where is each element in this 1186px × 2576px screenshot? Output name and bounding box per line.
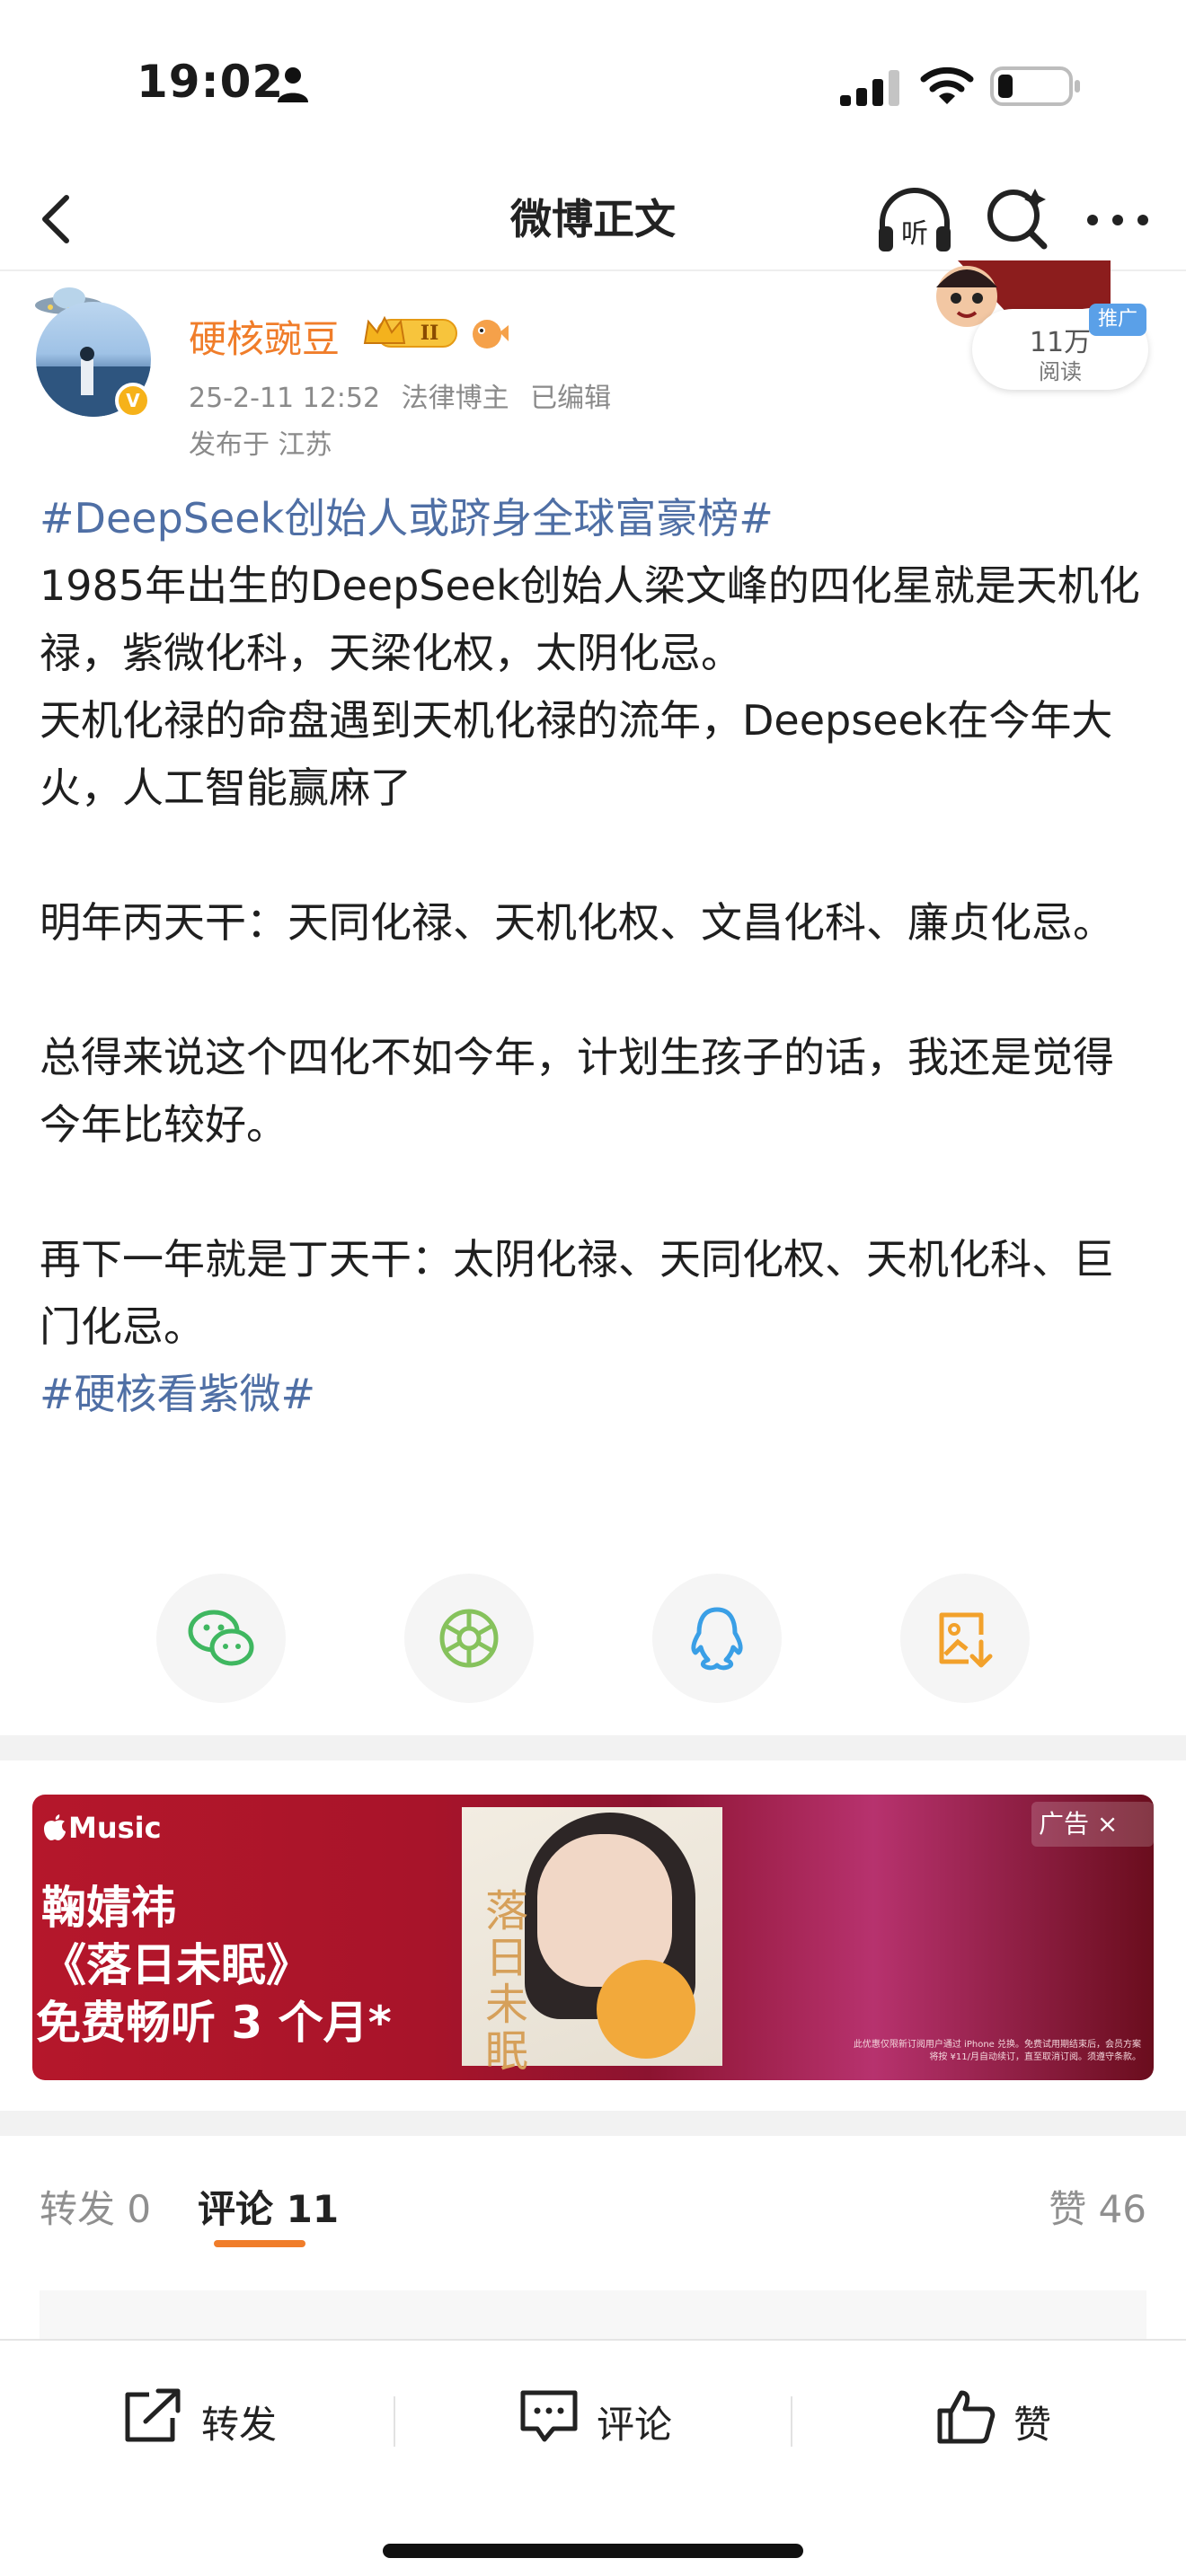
ad-album: 《落日未眠》 <box>41 1939 311 1991</box>
status-time: 19:02 <box>137 56 285 108</box>
share-moments-button[interactable] <box>404 1574 534 1703</box>
wifi-icon <box>920 66 974 104</box>
cellular-signal-icon <box>840 70 899 106</box>
repost-button[interactable]: 转发 <box>122 2380 302 2452</box>
ad-brand: Music <box>68 1811 162 1845</box>
share-row <box>0 1574 1186 1708</box>
ad-banner[interactable]: Music 鞠婧祎 《落日未眠》 免费畅听 3 个月* 落日未眠 广告 × 此优… <box>32 1795 1154 2080</box>
divider <box>394 2396 395 2447</box>
post-location: 发布于 江苏 <box>189 429 332 461</box>
section-divider <box>0 2111 1186 2136</box>
album-cover: 落日未眠 <box>462 1807 722 2075</box>
vip-level: II <box>420 322 439 345</box>
share-wechat-button[interactable] <box>156 1574 286 1703</box>
wechat-icon <box>188 1610 254 1666</box>
like-button[interactable]: 赞 <box>934 2380 1078 2452</box>
author-name[interactable]: 硬核豌豆 <box>189 309 340 364</box>
thumbs-up-icon <box>937 2390 996 2444</box>
apple-music-logo: Music <box>41 1811 162 1845</box>
engagement-tabs: 转发 0 评论 11 赞 46 <box>0 2136 1186 2262</box>
ad-artist: 鞠婧祎 <box>41 1882 176 1934</box>
ad-fine-print: 此优惠仅限新订阅用户通过 iPhone 兑换。免费试用期结束后，会员方案将按 ¥… <box>853 2040 1141 2062</box>
cover-orange <box>597 1960 695 2059</box>
repost-share-icon <box>125 2388 181 2442</box>
listen-headphones-icon[interactable]: 听 <box>873 180 956 262</box>
battery-icon <box>990 66 1080 106</box>
promo-tag: 推广 <box>1089 304 1146 336</box>
divider <box>791 2396 792 2447</box>
post-paragraph: 天机化禄的命盘遇到天机化禄的流年，Deepseek在今年大火，人工智能赢麻了 <box>40 696 1113 812</box>
section-divider <box>0 1735 1186 1760</box>
vip-crown-badge-icon[interactable]: II <box>361 313 460 352</box>
comment-button[interactable]: 评论 <box>518 2380 697 2452</box>
repost-label: 转发 <box>201 2403 278 2447</box>
post-paragraph: 总得来说这个四化不如今年，计划生孩子的话，我还是觉得今年比较好。 <box>40 1033 1114 1149</box>
more-dots-icon[interactable] <box>1082 198 1154 243</box>
cover-title: 落日未眠 <box>485 1886 529 2077</box>
person-icon <box>278 67 308 102</box>
search-icon[interactable] <box>981 183 1053 255</box>
tab-repost[interactable]: 转发 0 <box>40 2179 151 2234</box>
read-label: 阅读 <box>1039 359 1082 384</box>
home-indicator[interactable] <box>383 2544 803 2558</box>
moments-icon <box>439 1609 499 1668</box>
pufferfish-badge-icon <box>473 320 509 348</box>
author-header: V 硬核豌豆 II 25-2-11 12:52 法律博主 已编辑 发布于 江苏 … <box>0 260 1186 471</box>
edited-label: 已编辑 <box>530 383 612 414</box>
ad-offer: 免费畅听 3 个月* <box>36 1997 392 2049</box>
save-image-icon <box>939 1612 993 1668</box>
ad-close-label[interactable]: 广告 × <box>1031 1802 1154 1847</box>
nav-bar: 微博正文 听 <box>0 171 1186 271</box>
post-date: 25-2-11 12:52 <box>189 383 381 414</box>
qq-icon <box>691 1607 743 1671</box>
topic-hashtag-link[interactable]: #DeepSeek创始人或跻身全球富豪榜# <box>40 485 1154 552</box>
post-paragraph: 明年丙天干：天同化禄、天机化权、文昌化科、廉贞化忌。 <box>40 898 1114 947</box>
author-role: 法律博主 <box>401 383 509 414</box>
active-tab-indicator <box>214 2240 305 2247</box>
save-image-button[interactable] <box>900 1574 1030 1703</box>
tab-comment[interactable]: 评论 11 <box>198 2179 339 2234</box>
status-bar: 19:02 <box>0 0 1186 171</box>
tab-like[interactable]: 赞 46 <box>1049 2179 1146 2234</box>
verified-badge-icon: V <box>115 383 151 419</box>
comment-list-placeholder <box>40 2290 1146 2344</box>
post-paragraph: 1985年出生的DeepSeek创始人梁文峰的四化星就是天机化禄，紫微化科，天梁… <box>40 561 1140 677</box>
post-body: #DeepSeek创始人或跻身全球富豪榜# 1985年出生的DeepSeek创始人… <box>40 485 1154 1428</box>
post-meta: 25-2-11 12:52 法律博主 已编辑 <box>189 375 624 415</box>
apple-logo-icon <box>44 1814 66 1840</box>
topic-hashtag-link[interactable]: #硬核看紫微# <box>40 1361 1154 1428</box>
comment-label: 评论 <box>597 2403 673 2447</box>
post-paragraph: 再下一年就是丁天干：太阴化禄、天同化权、天机化科、巨门化忌。 <box>40 1235 1114 1351</box>
comment-bubble-icon <box>520 2390 578 2442</box>
share-qq-button[interactable] <box>652 1574 782 1703</box>
svg-text:听: 听 <box>901 218 928 250</box>
bottom-action-bar: 转发 评论 赞 <box>0 2339 1186 2576</box>
like-label: 赞 <box>1013 2403 1052 2447</box>
